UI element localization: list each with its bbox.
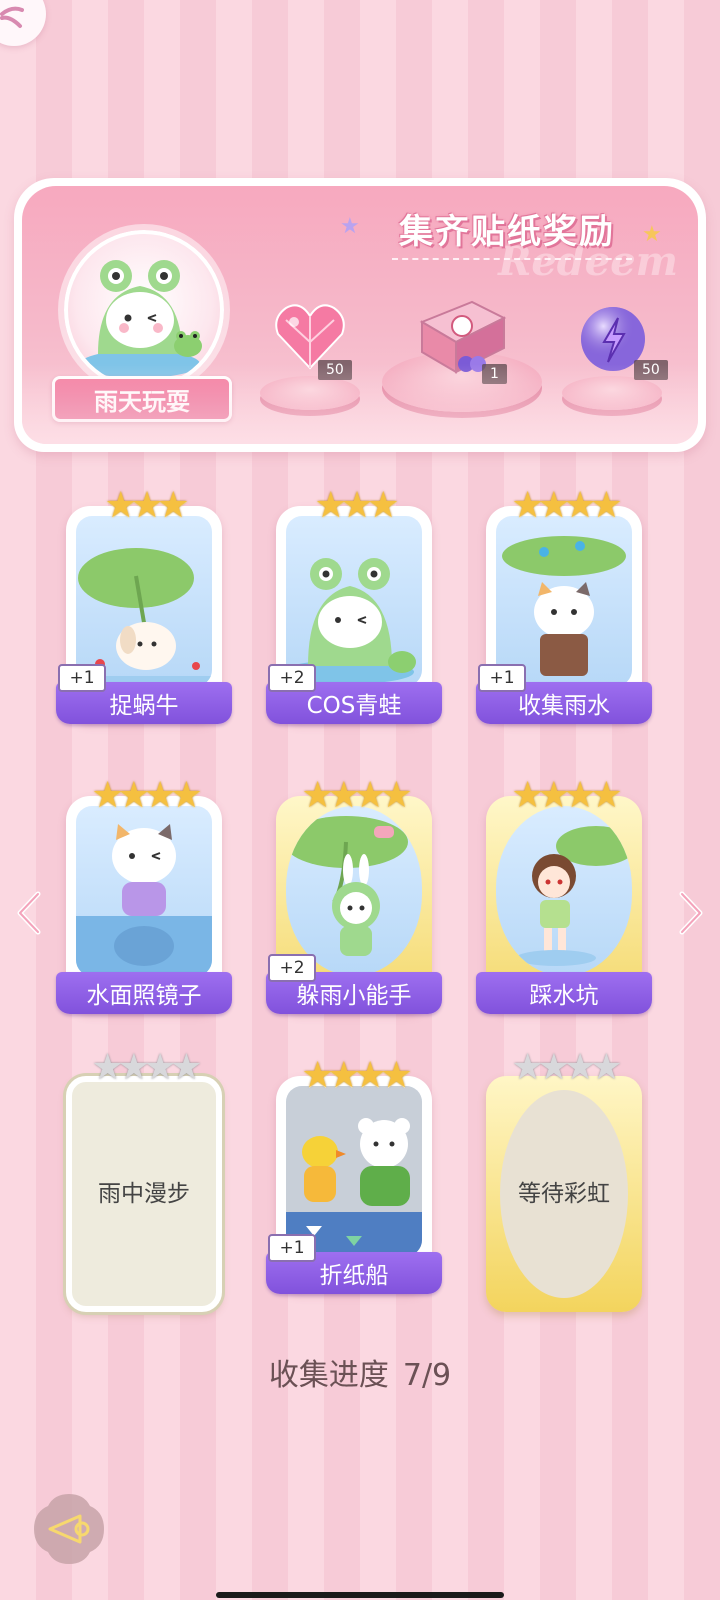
calico-cat-leaf-icon (502, 536, 626, 676)
reward-count: 50 (634, 360, 668, 380)
reward-count: 50 (318, 360, 352, 380)
cat-mirror-icon (76, 824, 212, 976)
card-art (76, 806, 212, 976)
frog-hood-cat-icon (286, 558, 416, 684)
theme-label: 雨天玩耍 (52, 376, 232, 422)
frog-hood-cat-icon (80, 260, 202, 378)
banner-title: 集齐贴纸奖励 (399, 211, 615, 252)
duck-bear-boat-icon (286, 1086, 422, 1256)
rarity-stars: ★★★★ (511, 485, 622, 526)
star-icon: ★ (642, 222, 662, 247)
reward-gift-box[interactable]: 1 (412, 292, 512, 386)
card-art (496, 806, 632, 976)
card-name: 雨中漫步 (98, 1181, 190, 1207)
pedestal (562, 376, 662, 410)
card-art (496, 516, 632, 686)
sticker-card[interactable]: ★★★★ 躲雨小能手 +2 (266, 778, 442, 1018)
sticker-card-locked[interactable]: 雨中漫步 ★★★★ (60, 1050, 228, 1324)
sticker-card[interactable]: ★★★ 捉蜗牛 +1 (56, 488, 232, 728)
rarity-stars: ★★★★ (91, 1047, 202, 1088)
reward-banner: Redeem ★ 集齐贴纸奖励 ★ 雨天玩耍 50 1 50 (14, 178, 706, 452)
back-button[interactable] (30, 1490, 108, 1568)
rarity-stars: ★★★★ (301, 775, 412, 816)
sticker-card[interactable]: ★★★★ 踩水坑 (476, 778, 652, 1018)
rarity-stars: ★★★★ (91, 775, 202, 816)
rarity-stars: ★★★★ (511, 1047, 622, 1088)
bunny-frog-leaf-icon (286, 816, 408, 956)
rarity-stars: ★★★ (314, 485, 400, 526)
card-name: 踩水坑 (476, 972, 652, 1014)
progress-label: 收集进度 (268, 1358, 389, 1393)
sticker-card[interactable]: ★★★★ 折纸船 +1 (266, 1058, 442, 1298)
duplicate-count-badge: +1 (268, 1234, 316, 1262)
sticker-card[interactable]: ★★★ COS青蛙 +2 (266, 488, 442, 728)
back-arrow-icon (34, 1494, 104, 1564)
reward-count: 1 (482, 364, 507, 384)
collection-progress: 收集进度 7/9 (0, 1350, 720, 1394)
rarity-stars: ★★★★ (301, 1055, 412, 1096)
lightning-orb-icon (581, 307, 645, 371)
rarity-stars: ★★★★ (511, 775, 622, 816)
rarity-stars: ★★★ (104, 485, 190, 526)
home-indicator (216, 1592, 504, 1598)
menu-button[interactable] (0, 0, 46, 46)
duplicate-count-badge: +1 (58, 664, 106, 692)
fan-icon (0, 6, 24, 28)
reward-lightning-orb[interactable]: 50 (578, 304, 668, 380)
puppy-leaf-icon (76, 548, 212, 686)
theme-medal[interactable] (64, 230, 224, 390)
chevron-left-icon (17, 891, 41, 935)
card-art (286, 516, 422, 686)
progress-value: 7/9 (402, 1358, 452, 1393)
sticker-card-locked[interactable]: 等待彩虹 ★★★★ (480, 1050, 648, 1324)
duplicate-count-badge: +2 (268, 954, 316, 982)
duplicate-count-badge: +2 (268, 664, 316, 692)
girl-puddle-icon (516, 826, 632, 966)
card-name: 等待彩虹 (518, 1181, 610, 1207)
gift-box-icon (419, 300, 507, 374)
divider (392, 258, 632, 260)
pedestal (260, 376, 360, 410)
sticker-card[interactable]: ★★★★ 收集雨水 +1 (476, 488, 652, 728)
reward-heart-gem[interactable]: 50 (272, 298, 352, 380)
card-art (286, 1086, 422, 1256)
card-name: 水面照镜子 (56, 972, 232, 1014)
card-art (286, 806, 422, 976)
card-art (76, 516, 212, 686)
prev-page-button[interactable] (14, 890, 44, 936)
star-icon: ★ (340, 214, 360, 239)
duplicate-count-badge: +1 (478, 664, 526, 692)
next-page-button[interactable] (676, 890, 706, 936)
sticker-card[interactable]: ★★★★ 水面照镜子 (56, 778, 232, 1018)
chevron-right-icon (679, 891, 703, 935)
